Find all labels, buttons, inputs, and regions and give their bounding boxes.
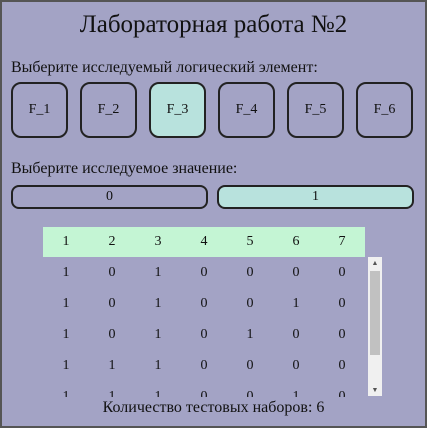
table-cell: 0: [338, 264, 346, 280]
table-cell: 0: [200, 264, 208, 280]
table-cell: 0: [200, 295, 208, 311]
table-cell: 1: [62, 357, 70, 373]
table-cell: 0: [246, 388, 254, 398]
table-cell: 0: [108, 264, 116, 280]
truth-table[interactable]: 1 2 3 4 5 6 7 1 0 1 0 0 0 0 1 0 1 0 0 1 0 1 0 1 0 1 0 0 1 1 1 0 0…: [43, 227, 382, 397]
table-cell: 0: [338, 326, 346, 342]
table-cell: 1: [154, 264, 162, 280]
table-cell: 0: [246, 264, 254, 280]
column-header: 4: [200, 234, 208, 249]
table-cell: 0: [246, 295, 254, 311]
table-cell: 1: [154, 357, 162, 373]
table-cell: 1: [62, 388, 70, 398]
element-prompt: Выберите исследуемый логический элемент:: [11, 59, 318, 76]
table-scrollbar[interactable]: ▲ ▼: [368, 257, 382, 396]
table-cell: 0: [108, 326, 116, 342]
table-cell: 1: [62, 326, 70, 342]
table-cell: 1: [108, 388, 116, 398]
table-row: 1 0 1 0 0 0 0: [43, 257, 365, 288]
table-cell: 0: [200, 388, 208, 398]
table-header-row: 1 2 3 4 5 6 7: [43, 227, 365, 257]
column-header: 1: [62, 234, 70, 249]
table-cell: 1: [62, 264, 70, 280]
scroll-up-arrow-icon[interactable]: ▲: [368, 257, 382, 269]
table-cell: 0: [108, 295, 116, 311]
table-cell: 0: [338, 388, 346, 398]
table-cell: 1: [108, 357, 116, 373]
column-header: 6: [292, 234, 300, 249]
table-cell: 0: [292, 264, 300, 280]
element-button-f1[interactable]: F_1: [11, 82, 68, 138]
page-title: Лабораторная работа №2: [79, 11, 348, 38]
table-cell: 1: [154, 295, 162, 311]
test-set-count: Количество тестовых наборов: 6: [102, 399, 325, 416]
table-cell: 0: [200, 326, 208, 342]
table-cell: 0: [292, 326, 300, 342]
table-cell: 0: [200, 357, 208, 373]
element-button-f2[interactable]: F_2: [80, 82, 137, 138]
table-cell: 1: [292, 295, 300, 311]
table-cell: 1: [154, 388, 162, 398]
table-cell: 1: [62, 295, 70, 311]
table-cell: 0: [338, 295, 346, 311]
scroll-down-arrow-icon[interactable]: ▼: [368, 384, 382, 396]
column-header: 2: [108, 234, 116, 249]
value-prompt: Выберите исследуемое значение:: [11, 160, 238, 177]
table-row: 1 1 1 0 0 1 0: [43, 381, 365, 398]
element-button-f4[interactable]: F_4: [218, 82, 275, 138]
table-cell: 1: [246, 326, 254, 342]
element-button-f6[interactable]: F_6: [356, 82, 413, 138]
column-header: 7: [338, 234, 346, 249]
table-row: 1 0 1 0 1 0 0: [43, 319, 365, 350]
table-cell: 0: [338, 357, 346, 373]
element-button-f3[interactable]: F_3: [149, 82, 206, 138]
element-button-f5[interactable]: F_5: [287, 82, 344, 138]
value-button-1[interactable]: 1: [217, 185, 414, 209]
table-cell: 0: [246, 357, 254, 373]
value-button-0[interactable]: 0: [11, 185, 208, 209]
table-cell: 1: [154, 326, 162, 342]
table-cell: 1: [292, 388, 300, 398]
table-row: 1 0 1 0 0 1 0: [43, 288, 365, 319]
table-row: 1 1 1 0 0 0 0: [43, 350, 365, 381]
column-header: 3: [154, 234, 162, 249]
table-cell: 0: [292, 357, 300, 373]
column-header: 5: [246, 234, 254, 249]
scrollbar-thumb[interactable]: [370, 271, 380, 355]
